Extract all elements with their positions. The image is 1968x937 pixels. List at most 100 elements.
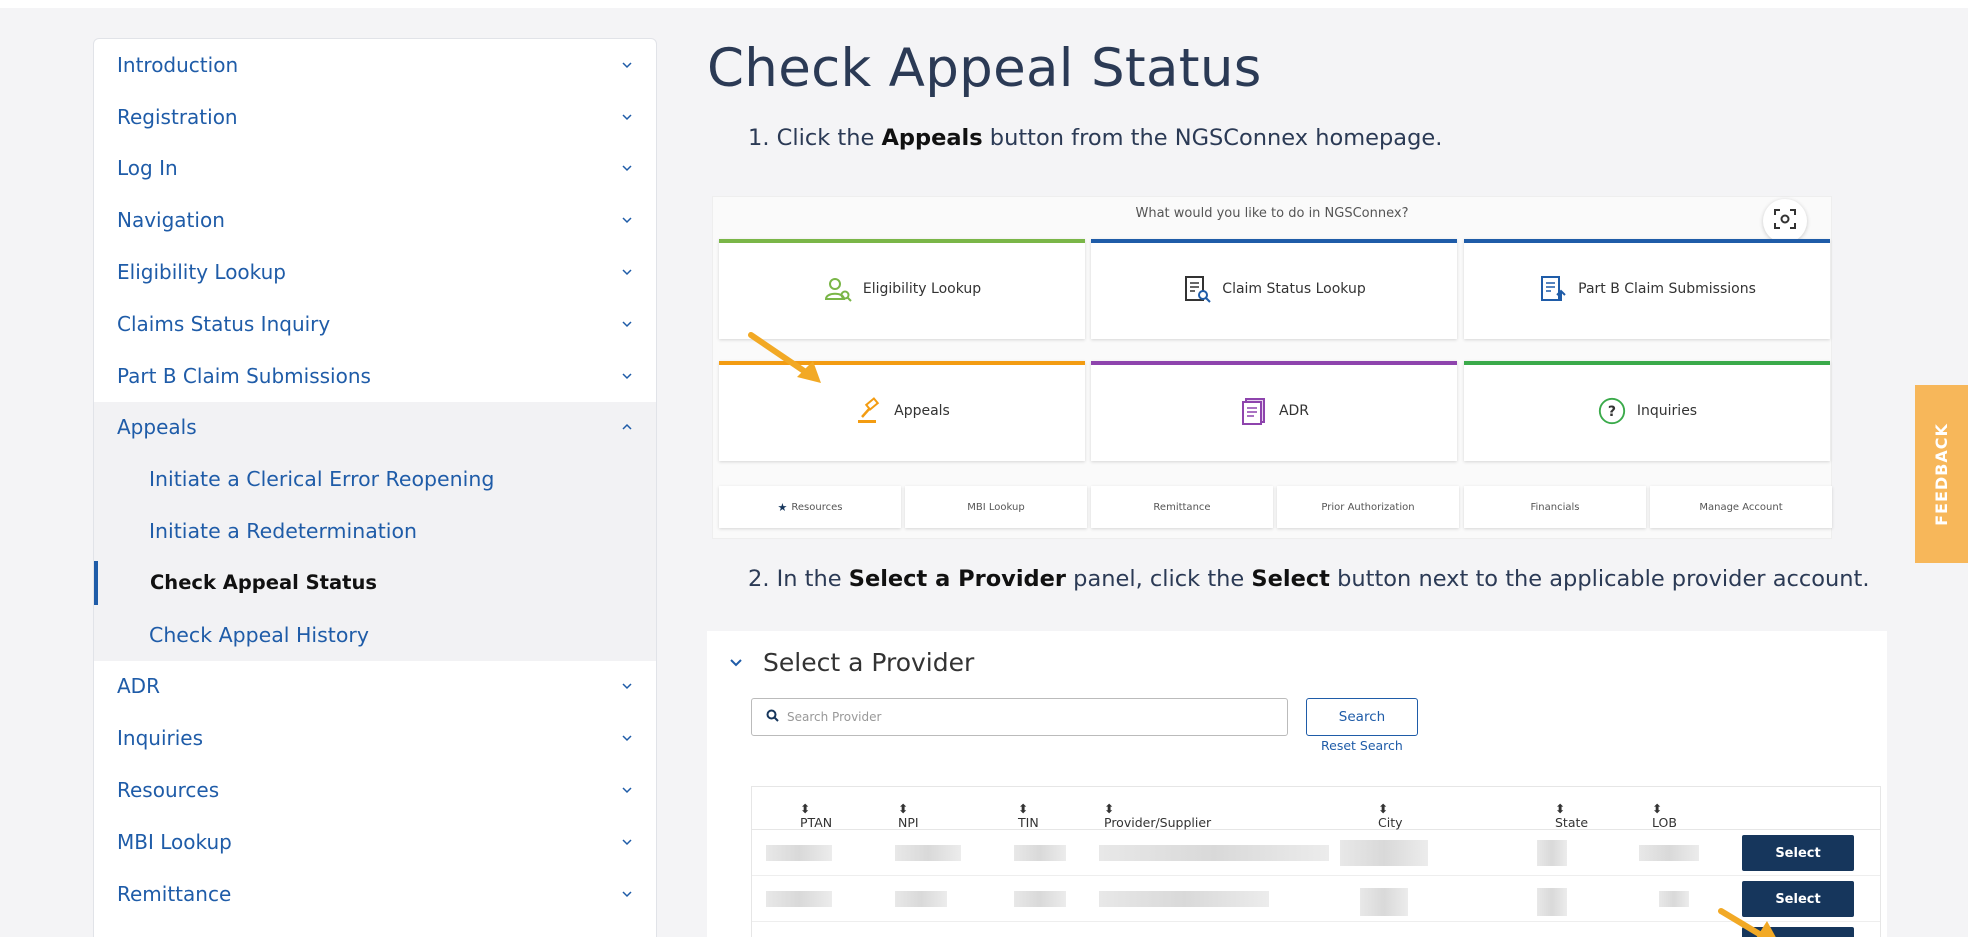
feedback-tab[interactable]: FEEDBACK xyxy=(1915,385,1968,563)
search-placeholder: Search Provider xyxy=(787,710,882,724)
sidebar-item-label: Introduction xyxy=(117,52,239,77)
sidebar-item-resources[interactable]: Resources xyxy=(94,764,656,816)
step-emphasis: Select a Provider xyxy=(848,566,1067,592)
tile-claim-status-lookup[interactable]: Claim Status Lookup xyxy=(1091,239,1457,339)
search-button[interactable]: Search xyxy=(1306,698,1418,736)
focus-view-button[interactable] xyxy=(1763,199,1807,243)
redacted-cell xyxy=(895,845,961,861)
page: Introduction Registration Log In Navigat… xyxy=(0,0,1968,937)
chevron-down-icon xyxy=(620,317,634,331)
sidebar-subitem-clerical-error-reopening[interactable]: Initiate a Clerical Error Reopening xyxy=(94,453,656,505)
sidebar-group-appeals: Appeals Initiate a Clerical Error Reopen… xyxy=(94,401,656,661)
sidebar-item-eligibility-lookup[interactable]: Eligibility Lookup xyxy=(94,246,656,298)
homepage-screenshot: What would you like to do in NGSConnex? … xyxy=(712,196,1832,539)
tile-label: Prior Authorization xyxy=(1321,501,1415,513)
tile-resources[interactable]: ★ Resources xyxy=(719,486,901,528)
col-label: PTAN xyxy=(800,815,833,830)
chevron-down-icon xyxy=(620,369,634,383)
tile-adr[interactable]: ADR xyxy=(1091,361,1457,461)
chevron-down-icon xyxy=(620,731,634,745)
col-label: City xyxy=(1378,815,1403,830)
tile-remittance[interactable]: Remittance xyxy=(1091,486,1273,528)
col-label: TIN xyxy=(1018,815,1039,830)
sidebar-subitem-label: Check Appeal Status xyxy=(150,571,377,595)
person-search-icon xyxy=(823,274,853,304)
sidebar-item-label: Appeals xyxy=(117,415,197,440)
sidebar-item-label: Log In xyxy=(117,156,178,181)
reset-search-link[interactable]: Reset Search xyxy=(1321,738,1403,753)
select-provider-screenshot: Select a Provider Search Provider Search… xyxy=(707,631,1887,937)
col-header-state[interactable]: State ⬍ xyxy=(1555,801,1588,830)
question-circle-icon: ? xyxy=(1597,396,1627,426)
step-1-text: 1. Click the Appeals button from the NGS… xyxy=(748,125,1442,151)
chevron-down-icon[interactable] xyxy=(729,655,743,669)
chevron-down-icon xyxy=(620,835,634,849)
homepage-question: What would you like to do in NGSConnex? xyxy=(1135,206,1409,221)
col-header-npi[interactable]: NPI ⬍ xyxy=(898,801,919,830)
tile-manage-account[interactable]: Manage Account xyxy=(1650,486,1832,528)
tile-label: Inquiries xyxy=(1636,403,1698,419)
col-label: LOB xyxy=(1652,815,1677,830)
step-text: panel, click the xyxy=(1066,566,1252,592)
sidebar-item-label: Remittance xyxy=(117,881,232,906)
col-header-city[interactable]: City ⬍ xyxy=(1378,801,1403,830)
tile-inquiries[interactable]: ? Inquiries xyxy=(1464,361,1830,461)
redacted-cell xyxy=(766,891,832,907)
chevron-down-icon xyxy=(620,213,634,227)
feedback-label: FEEDBACK xyxy=(1932,422,1952,526)
select-button[interactable] xyxy=(1742,927,1854,937)
sidebar-nav: Introduction Registration Log In Navigat… xyxy=(93,38,657,937)
step-text: button next to the applicable provider a… xyxy=(1329,566,1870,592)
sidebar-item-label: ADR xyxy=(117,674,160,699)
select-button[interactable]: Select xyxy=(1742,881,1854,917)
sidebar-item-remittance[interactable]: Remittance xyxy=(94,868,656,920)
tile-accent xyxy=(719,239,1085,243)
col-header-tin[interactable]: TIN ⬍ xyxy=(1018,801,1039,830)
sidebar-subitem-label: Initiate a Clerical Error Reopening xyxy=(149,467,495,492)
tile-financials[interactable]: Financials xyxy=(1464,486,1646,528)
col-header-lob[interactable]: LOB ⬍ xyxy=(1652,801,1677,830)
tile-appeals[interactable]: Appeals xyxy=(719,361,1085,461)
sidebar-item-registration[interactable]: Registration xyxy=(94,91,656,143)
sidebar-item-label: Navigation xyxy=(117,208,225,233)
sidebar-item-label: Resources xyxy=(117,778,220,803)
svg-text:?: ? xyxy=(1608,404,1616,420)
sidebar-item-part-b-claim-submissions[interactable]: Part B Claim Submissions xyxy=(94,350,656,402)
table-row: Select xyxy=(752,830,1880,876)
sidebar-item-inquiries[interactable]: Inquiries xyxy=(94,712,656,764)
col-header-ptan[interactable]: PTAN ⬍ xyxy=(800,801,832,830)
step-emphasis: Select xyxy=(1251,566,1330,592)
redacted-cell xyxy=(766,845,832,861)
step-text: 2. In the xyxy=(748,566,849,592)
tile-mbi-lookup[interactable]: MBI Lookup xyxy=(905,486,1087,528)
sidebar-item-navigation[interactable]: Navigation xyxy=(94,194,656,246)
tile-accent xyxy=(719,361,1085,365)
tile-label: Eligibility Lookup xyxy=(862,281,982,297)
sidebar-item-log-in[interactable]: Log In xyxy=(94,143,656,195)
sidebar-subitem-check-appeal-history[interactable]: Check Appeal History xyxy=(94,609,656,661)
search-provider-input[interactable]: Search Provider xyxy=(751,698,1288,736)
sidebar-subitem-label: Check Appeal History xyxy=(149,622,369,647)
col-header-provider[interactable]: Provider/Supplier ⬍ xyxy=(1104,801,1211,830)
tile-label: Resources xyxy=(791,501,843,513)
sidebar-subitem-redetermination[interactable]: Initiate a Redetermination xyxy=(94,505,656,557)
tile-part-b-claim-submissions[interactable]: Part B Claim Submissions xyxy=(1464,239,1830,339)
tile-label: Manage Account xyxy=(1699,501,1783,513)
sidebar-item-claims-status-inquiry[interactable]: Claims Status Inquiry xyxy=(94,298,656,350)
sidebar-item-adr[interactable]: ADR xyxy=(94,661,656,713)
sidebar-item-introduction[interactable]: Introduction xyxy=(94,39,656,91)
redacted-cell xyxy=(1014,845,1066,861)
chevron-down-icon xyxy=(620,161,634,175)
sidebar-item-mbi-lookup[interactable]: MBI Lookup xyxy=(94,816,656,868)
step-text: 1. Click the xyxy=(748,125,882,151)
tile-prior-authorization[interactable]: Prior Authorization xyxy=(1277,486,1459,528)
chevron-down-icon xyxy=(620,110,634,124)
redacted-cell xyxy=(1099,845,1329,861)
tile-eligibility-lookup[interactable]: Eligibility Lookup xyxy=(719,239,1085,339)
col-label: State xyxy=(1555,815,1589,830)
sidebar-subitem-check-appeal-status[interactable]: Check Appeal Status xyxy=(94,557,656,609)
select-button[interactable]: Select xyxy=(1742,835,1854,871)
col-label: Provider/Supplier xyxy=(1104,815,1212,830)
sidebar-item-label: Eligibility Lookup xyxy=(117,260,287,285)
sidebar-item-appeals[interactable]: Appeals xyxy=(94,402,656,454)
